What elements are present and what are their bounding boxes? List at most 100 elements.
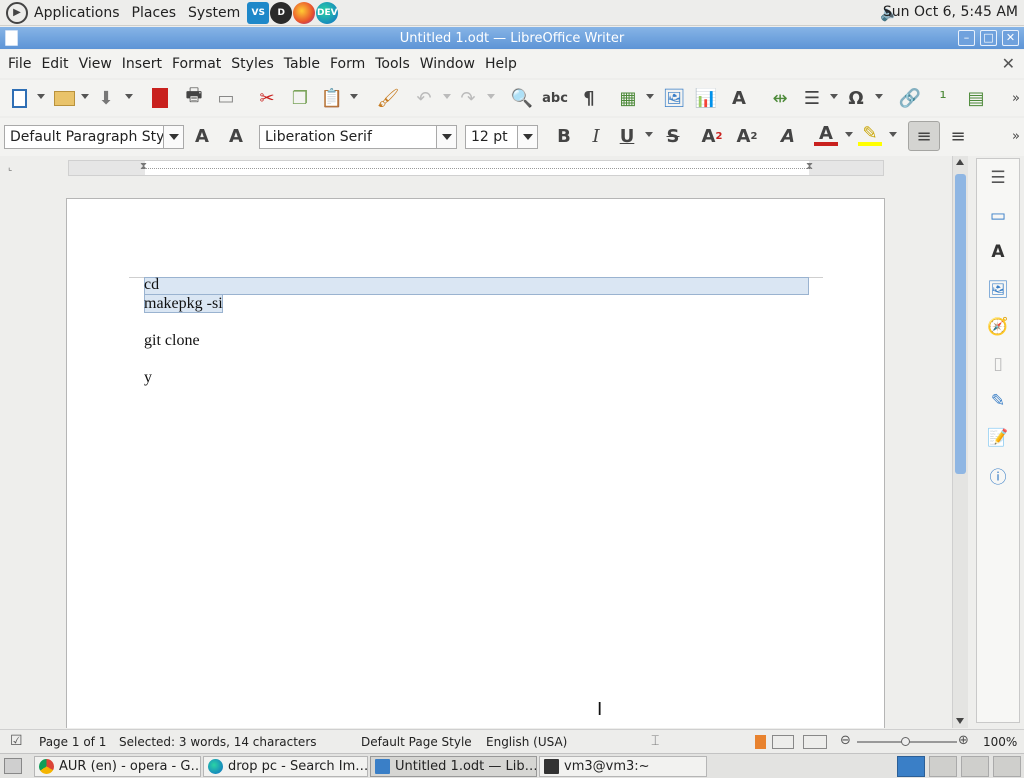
new-dropdown-arrow[interactable] [37, 94, 45, 99]
vscode-icon[interactable]: VS [247, 1, 270, 24]
undo-dropdown-arrow[interactable] [443, 94, 451, 99]
horizontal-ruler[interactable]: ⧗ ⧗ [68, 160, 884, 176]
special-character-icon[interactable]: Ω [844, 86, 868, 110]
subscript-icon[interactable]: A2 [735, 124, 759, 148]
save-icon[interactable]: ⬇ [94, 86, 118, 110]
table-dropdown-arrow[interactable] [646, 94, 654, 99]
insert-table-icon[interactable]: ▦ [616, 86, 640, 110]
toolbar-overflow-icon[interactable]: » [1004, 86, 1024, 110]
clock[interactable]: Sun Oct 6, 5:45 AM [883, 4, 1018, 20]
font-name-combo[interactable]: Liberation Serif [259, 125, 457, 149]
paragraph-style-combo[interactable]: Default Paragraph Style [4, 125, 184, 149]
taskbar-item-terminal[interactable]: vm3@vm3:~ [539, 756, 707, 777]
workspace-2[interactable] [929, 756, 957, 777]
zoom-in-icon[interactable]: ⊕ [958, 733, 969, 748]
places-menu[interactable]: Places [126, 5, 183, 21]
undo-icon[interactable]: ↶ [412, 86, 436, 110]
underline-icon[interactable]: U [615, 124, 639, 148]
document-line[interactable]: cd [144, 276, 159, 294]
align-left-icon[interactable]: ≡ [908, 121, 940, 151]
close-document-icon[interactable]: ✕ [1002, 54, 1015, 73]
chevron-down-icon[interactable] [436, 126, 456, 148]
zoom-slider-thumb[interactable] [901, 737, 910, 746]
document-line[interactable]: git clone [144, 332, 200, 350]
insert-textbox-icon[interactable]: A [727, 86, 751, 110]
document-line[interactable]: makepkg -si [144, 295, 223, 313]
manage-changes-icon[interactable]: 📝 [987, 427, 1009, 449]
open-folder-icon[interactable] [52, 86, 76, 110]
book-view-icon[interactable] [803, 735, 827, 749]
vertical-scrollbar[interactable] [952, 156, 968, 728]
hyperlink-icon[interactable]: 🔗 [898, 86, 922, 110]
workspace-3[interactable] [961, 756, 989, 777]
new-document-icon[interactable] [7, 86, 31, 110]
font-color-dropdown-arrow[interactable] [845, 132, 853, 137]
menu-tools[interactable]: Tools [370, 56, 415, 72]
menu-format[interactable]: Format [167, 56, 226, 72]
document-page[interactable]: cd makepkg -si git clone y [66, 198, 885, 728]
clone-formatting-icon[interactable]: 🖌 [376, 86, 400, 110]
superscript-icon[interactable]: A2 [700, 124, 724, 148]
highlight-dropdown-arrow[interactable] [889, 132, 897, 137]
multi-page-view-icon[interactable] [772, 735, 794, 749]
document-modified-icon[interactable]: ☑ [10, 733, 23, 749]
page-style[interactable]: Default Page Style [361, 735, 472, 749]
scroll-down-arrow[interactable] [956, 718, 964, 724]
menu-view[interactable]: View [74, 56, 117, 72]
system-menu[interactable]: System [182, 5, 246, 21]
style-inspector-icon[interactable]: ✎ [987, 390, 1009, 412]
sidebar-menu-icon[interactable]: ☰ [987, 167, 1009, 189]
redo-dropdown-arrow[interactable] [487, 94, 495, 99]
insert-image-icon[interactable]: 🖼 [662, 86, 686, 110]
insert-field-icon[interactable]: ☰ [800, 86, 824, 110]
edge-dev-icon[interactable]: DEV [316, 1, 339, 24]
update-style-icon[interactable]: A [190, 124, 214, 148]
find-replace-icon[interactable]: 🔍 [510, 86, 534, 110]
strikethrough-icon[interactable]: S [661, 124, 685, 148]
applications-menu[interactable]: Applications [28, 5, 126, 21]
open-dropdown-arrow[interactable] [81, 94, 89, 99]
single-page-view-icon[interactable] [755, 735, 766, 749]
tab-stop-selector[interactable]: ⌞ [8, 163, 12, 173]
navigator-icon[interactable]: 🧭 [987, 316, 1009, 338]
footnote-icon[interactable]: ¹ [931, 86, 955, 110]
redo-icon[interactable]: ↷ [456, 86, 480, 110]
mint-menu-icon[interactable]: ▶ [6, 1, 28, 24]
page-icon[interactable]: ▯ [987, 353, 1009, 375]
highlight-color-icon[interactable]: ✎ [858, 123, 882, 146]
save-dropdown-arrow[interactable] [125, 94, 133, 99]
zoom-level[interactable]: 100% [983, 735, 1017, 749]
italic-icon[interactable]: I [584, 124, 608, 148]
comment-icon[interactable]: ▤ [964, 86, 988, 110]
design-icon[interactable]: ⓘ [987, 464, 1009, 488]
taskbar-item-writer[interactable]: Untitled 1.odt — Lib… [370, 756, 537, 777]
deepin-icon[interactable]: D [270, 1, 293, 24]
page-count[interactable]: Page 1 of 1 [39, 735, 106, 749]
spelling-icon[interactable]: abc [542, 86, 568, 110]
print-icon[interactable]: 🖶 [182, 85, 206, 110]
zoom-out-icon[interactable]: ⊖ [840, 733, 851, 748]
clear-formatting-icon[interactable]: A [776, 124, 800, 148]
menu-insert[interactable]: Insert [117, 56, 167, 72]
paste-icon[interactable]: 📋 [320, 86, 344, 110]
special-character-dropdown-arrow[interactable] [875, 94, 883, 99]
print-preview-icon[interactable]: ▭ [214, 86, 238, 110]
underline-dropdown-arrow[interactable] [645, 132, 653, 137]
properties-icon[interactable]: ▭ [987, 205, 1009, 227]
taskbar-item-chrome[interactable]: AUR (en) - opera - G… [34, 756, 201, 777]
insert-chart-icon[interactable]: 📊 [694, 86, 718, 110]
menu-window[interactable]: Window [415, 56, 480, 72]
export-pdf-icon[interactable] [148, 86, 172, 110]
firefox-icon[interactable] [293, 1, 316, 24]
menu-styles[interactable]: Styles [226, 56, 278, 72]
menu-file[interactable]: File [3, 56, 36, 72]
chevron-down-icon[interactable] [517, 126, 537, 148]
gallery-icon[interactable]: 🖼 [987, 279, 1009, 301]
new-style-icon[interactable]: A [224, 124, 248, 148]
toolbar-overflow-icon[interactable]: » [1004, 124, 1024, 148]
chevron-down-icon[interactable] [163, 126, 183, 148]
workspace-4[interactable] [993, 756, 1021, 777]
font-color-icon[interactable]: A [814, 123, 838, 146]
scroll-up-arrow[interactable] [956, 159, 964, 165]
close-window-button[interactable]: ✕ [1002, 30, 1019, 46]
